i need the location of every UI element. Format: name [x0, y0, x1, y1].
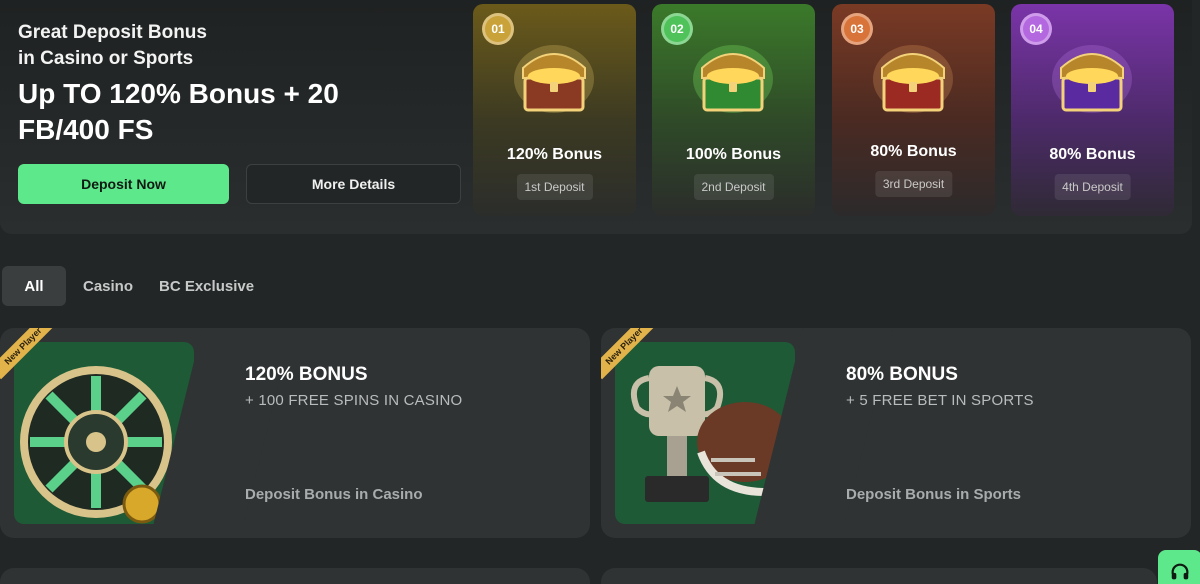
tier-bonus-label: 80% Bonus — [870, 143, 957, 160]
treasure-chest-icon — [693, 45, 773, 113]
treasure-chest-icon — [873, 45, 953, 113]
promo-card-casino[interactable]: New Player 120% BONUS + 100 FREE SPINS I… — [0, 328, 590, 538]
hero-subtitle-line1: Great Deposit Bonus — [18, 22, 207, 43]
tier-bonus-label: 80% Bonus — [1049, 146, 1136, 163]
tab-all[interactable]: All — [2, 266, 66, 306]
headset-icon — [1171, 563, 1189, 580]
promo-description: + 5 FREE BET IN SPORTS — [846, 392, 1034, 409]
promo-card-partial[interactable] — [601, 568, 1157, 584]
tab-bc-exclusive[interactable]: BC Exclusive — [143, 266, 270, 306]
support-button[interactable] — [1158, 550, 1200, 584]
treasure-chest-icon — [1052, 45, 1132, 113]
tier-deposit-label: 3rd Deposit — [874, 171, 953, 197]
tier-deposit-label: 1st Deposit — [516, 174, 593, 200]
tier-bonus-label: 120% Bonus — [506, 146, 603, 163]
more-details-button[interactable]: More Details — [246, 164, 461, 204]
tier-deposit-label: 2nd Deposit — [693, 174, 774, 200]
promo-title: 80% BONUS — [846, 364, 958, 385]
deposit-tier-card-4[interactable]: 04 80% Bonus 4th Deposit — [1011, 4, 1174, 216]
deposit-tier-card-1[interactable]: 01 120% Bonus 1st Deposit — [473, 4, 636, 216]
promo-category: Deposit Bonus in Casino — [245, 486, 423, 503]
deposit-tier-card-3[interactable]: 03 80% Bonus 3rd Deposit — [832, 4, 995, 216]
promo-title: 120% BONUS — [245, 364, 368, 385]
promo-card-sports[interactable]: New Player 80% BONUS + 5 FREE BET IN SPO… — [601, 328, 1191, 538]
deposit-tier-card-2[interactable]: 02 100% Bonus 2nd Deposit — [652, 4, 815, 216]
hero-title-line2: FB/400 FS — [18, 114, 154, 145]
hero-text: Great Deposit Bonus in Casino or Sports … — [18, 20, 438, 148]
promo-description: + 100 FREE SPINS IN CASINO — [245, 392, 463, 409]
hero-title-line1: Up TO 120% Bonus + 20 — [18, 78, 339, 109]
tier-deposit-label: 4th Deposit — [1054, 174, 1131, 200]
tab-casino[interactable]: Casino — [67, 266, 149, 306]
treasure-chest-icon — [514, 45, 594, 113]
promo-category: Deposit Bonus in Sports — [846, 486, 1022, 503]
hero-subtitle-line2: in Casino or Sports — [18, 48, 194, 69]
tier-bonus-label: 100% Bonus — [685, 146, 782, 163]
deposit-now-button[interactable]: Deposit Now — [18, 164, 229, 204]
promo-card-partial[interactable] — [0, 568, 590, 584]
